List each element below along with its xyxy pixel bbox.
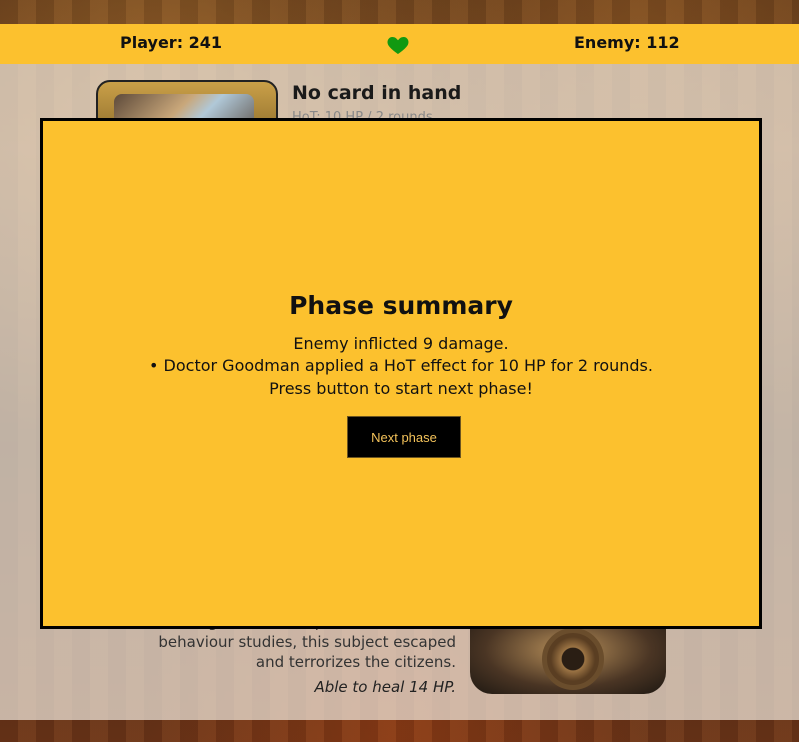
enemy-ability: Able to heal 14 HP. [314, 678, 456, 696]
summary-line-instruction: Press button to start next phase! [269, 379, 533, 398]
enemy-score: Enemy: 112 [574, 33, 680, 52]
phase-summary-modal: Phase summary Enemy inflicted 9 damage. … [40, 118, 762, 629]
scoreboard-bar: Player: 241 Enemy: 112 [0, 24, 799, 64]
summary-line-damage: Enemy inflicted 9 damage. [293, 334, 509, 353]
next-phase-button[interactable]: Next phase [347, 416, 461, 458]
player-score: Player: 241 [120, 33, 223, 52]
gear-icon [542, 628, 604, 690]
summary-line-hot: • Doctor Goodman applied a HoT effect fo… [149, 356, 653, 375]
modal-title: Phase summary [289, 291, 513, 320]
player-card-title: No card in hand [292, 82, 462, 104]
heart-icon [387, 37, 409, 54]
enemy-card-image [470, 620, 666, 694]
